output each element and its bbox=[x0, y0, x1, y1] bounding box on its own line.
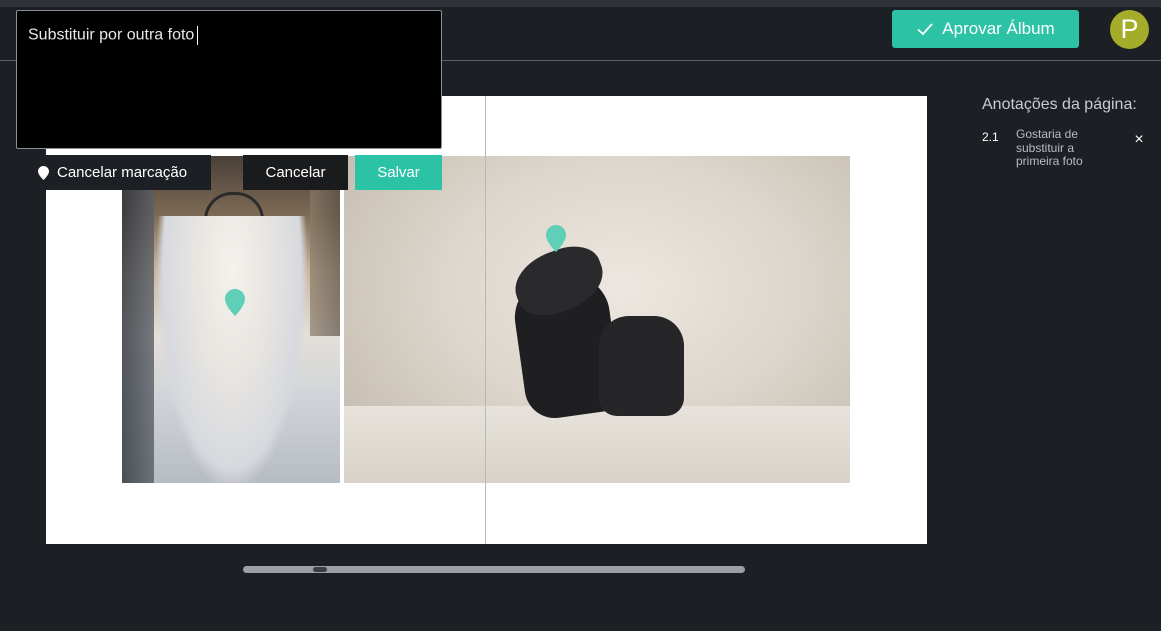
close-icon[interactable]: × bbox=[1130, 131, 1148, 149]
comment-input[interactable]: Substituir por outra foto bbox=[16, 10, 442, 149]
page-spine bbox=[485, 96, 486, 544]
approve-album-button[interactable]: Aprovar Álbum bbox=[892, 10, 1079, 48]
approve-album-label: Aprovar Álbum bbox=[942, 19, 1055, 38]
scrollbar-thumb[interactable] bbox=[313, 567, 327, 572]
photo-dress[interactable] bbox=[122, 156, 340, 483]
cancel-button[interactable]: Cancelar bbox=[243, 155, 348, 190]
top-strip bbox=[0, 0, 1161, 7]
text-caret bbox=[197, 26, 199, 45]
page-notes-title: Anotações da página: bbox=[982, 96, 1137, 113]
photo-shoes[interactable] bbox=[344, 156, 850, 483]
annotation-pin-icon[interactable] bbox=[225, 289, 245, 316]
cancel-mark-label: Cancelar marcação bbox=[57, 164, 188, 181]
pin-icon bbox=[38, 165, 49, 180]
check-icon bbox=[917, 23, 933, 36]
note-number: 2.1 bbox=[982, 130, 999, 144]
note-text: Gostaria de substituir a primeira foto bbox=[1016, 127, 1083, 168]
cancel-mark-button[interactable]: Cancelar marcação bbox=[28, 155, 211, 190]
save-button[interactable]: Salvar bbox=[355, 155, 442, 190]
avatar[interactable]: P bbox=[1110, 10, 1149, 49]
horizontal-scrollbar[interactable] bbox=[243, 566, 745, 573]
comment-text: Substituir por outra foto bbox=[28, 26, 195, 44]
annotation-pin-icon[interactable] bbox=[546, 225, 566, 252]
